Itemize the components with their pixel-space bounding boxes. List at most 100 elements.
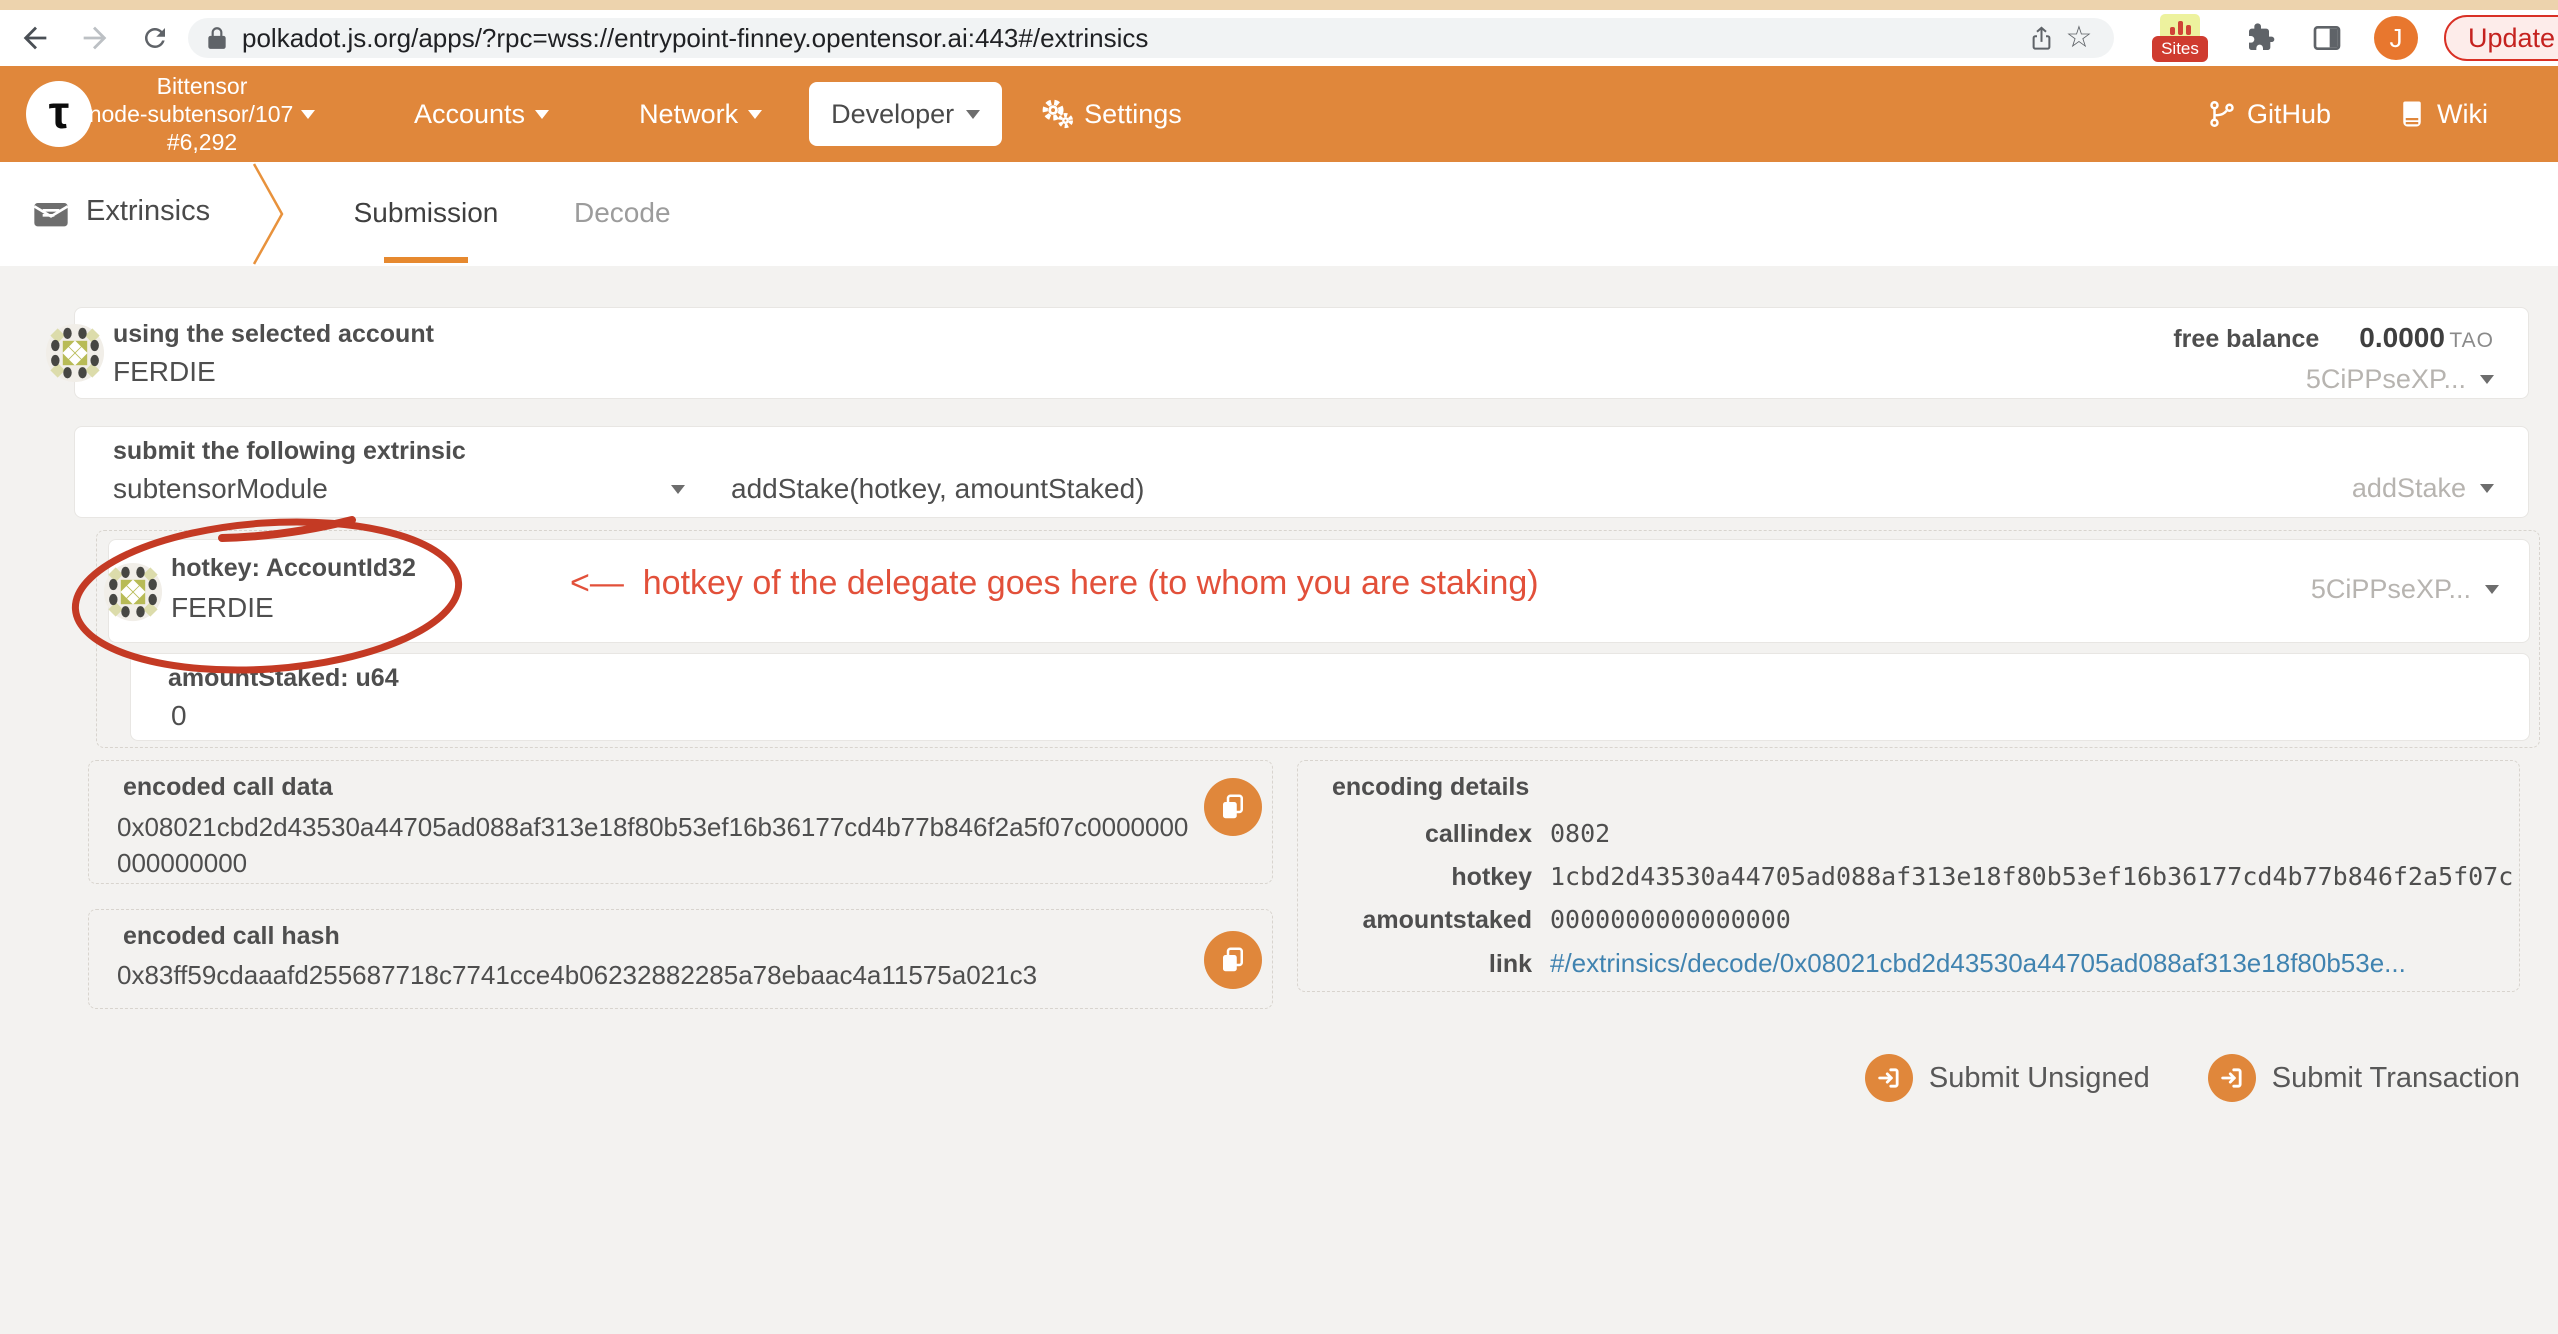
decode-link[interactable]: #/extrinsics/decode/0x08021cbd2d43530a44… bbox=[1550, 948, 2406, 979]
back-icon bbox=[18, 21, 52, 55]
method-selected-short: addStake bbox=[2352, 473, 2466, 504]
submit-transaction-label: Submit Transaction bbox=[2272, 1062, 2520, 1095]
encoded-call-hash-card: encoded call hash 0x83ff59cdaaafd2556877… bbox=[88, 909, 1273, 1009]
amount-param-input[interactable]: 0 bbox=[171, 700, 187, 732]
hotkey-address-dropdown[interactable]: 5CiPPseXP... bbox=[2311, 574, 2499, 605]
account-address-dropdown[interactable]: 5CiPPseXP... bbox=[2173, 364, 2494, 395]
nav-network[interactable]: Network bbox=[639, 99, 762, 130]
update-button[interactable]: Update bbox=[2444, 15, 2558, 61]
nav-settings-label: Settings bbox=[1084, 99, 1182, 130]
free-balance-unit: TAO bbox=[2449, 329, 2494, 352]
extrinsic-card: submit the following extrinsic subtensor… bbox=[74, 426, 2529, 518]
encoded-call-data-label: encoded call data bbox=[123, 773, 333, 802]
encoding-key: callindex bbox=[1312, 820, 1532, 849]
free-balance-value: 0.0000 bbox=[2359, 322, 2445, 353]
chain-selector[interactable]: Bittensor node-subtensor/107 #6,292 bbox=[102, 72, 302, 156]
copy-icon bbox=[1218, 792, 1248, 822]
selected-account-card: using the selected account FERDIE free b… bbox=[74, 307, 2529, 399]
git-branch-icon bbox=[2207, 99, 2237, 129]
chevron-down-icon bbox=[2480, 375, 2494, 384]
sites-extension-label: Sites bbox=[2152, 36, 2208, 62]
nav-developer-label: Developer bbox=[831, 99, 954, 130]
account-name: FERDIE bbox=[113, 356, 216, 388]
submit-unsigned-button[interactable]: Submit Unsigned bbox=[1865, 1054, 2150, 1102]
amount-param-card: amountStaked: u64 0 bbox=[130, 653, 2530, 741]
profile-avatar[interactable]: J bbox=[2374, 16, 2418, 60]
submit-unsigned-label: Submit Unsigned bbox=[1929, 1062, 2150, 1095]
free-balance-label: free balance bbox=[2173, 325, 2319, 354]
submit-transaction-button[interactable]: Submit Transaction bbox=[2208, 1054, 2520, 1102]
chain-name: Bittensor bbox=[102, 72, 302, 100]
hotkey-address-short: 5CiPPseXP... bbox=[2311, 574, 2471, 605]
url-text: polkadot.js.org/apps/?rpc=wss://entrypoi… bbox=[242, 23, 2022, 54]
copy-call-data-button[interactable] bbox=[1204, 778, 1262, 836]
tau-icon: τ bbox=[49, 89, 70, 135]
tab-bar: Extrinsics Submission Decode bbox=[0, 162, 2558, 266]
encoding-row-callindex: callindex 0802 bbox=[1312, 819, 2499, 849]
node-name: node-subtensor/107 bbox=[89, 100, 294, 128]
hotkey-param-label: hotkey: AccountId32 bbox=[171, 554, 416, 583]
sites-extension-button[interactable]: Sites bbox=[2152, 14, 2208, 62]
chevron-down-icon bbox=[535, 110, 549, 119]
sites-extension-icon bbox=[2160, 14, 2200, 38]
sign-in-icon bbox=[2208, 1054, 2256, 1102]
chevron-down-icon bbox=[966, 110, 980, 119]
side-panel-button[interactable] bbox=[2308, 19, 2346, 57]
wiki-label: Wiki bbox=[2437, 99, 2488, 130]
refresh-icon bbox=[140, 23, 170, 53]
bookmark-button[interactable]: ☆ bbox=[2060, 19, 2098, 57]
github-label: GitHub bbox=[2247, 99, 2331, 130]
side-panel-icon bbox=[2311, 22, 2343, 54]
encoding-details-card: encoding details callindex 0802 hotkey 1… bbox=[1297, 760, 2520, 992]
encoding-value: 0802 bbox=[1550, 819, 1610, 848]
encoding-value: 1cbd2d43530a44705ad088af313e18f80b53ef16… bbox=[1550, 862, 2513, 891]
forward-icon bbox=[78, 21, 112, 55]
encoding-key: hotkey bbox=[1312, 863, 1532, 892]
sign-in-icon bbox=[1865, 1054, 1913, 1102]
nav-accounts[interactable]: Accounts bbox=[414, 99, 549, 130]
share-icon bbox=[2028, 25, 2055, 52]
star-icon: ☆ bbox=[2066, 23, 2093, 53]
encoded-call-hash-value: 0x83ff59cdaaafd255687718c7741cce4b062328… bbox=[117, 960, 1037, 991]
share-button[interactable] bbox=[2022, 19, 2060, 57]
submit-actions: Submit Unsigned Submit Transaction bbox=[1865, 1054, 2520, 1102]
tab-divider bbox=[252, 162, 288, 271]
encoding-value: 0000000000000000 bbox=[1550, 905, 1791, 934]
encoded-call-data-card: encoded call data 0x08021cbd2d43530a4470… bbox=[88, 760, 1273, 884]
encoding-row-amountstaked: amountstaked 0000000000000000 bbox=[1312, 905, 2499, 935]
block-number: #6,292 bbox=[102, 128, 302, 156]
github-link[interactable]: GitHub bbox=[2207, 99, 2331, 130]
hotkey-identicon bbox=[103, 562, 163, 627]
bittensor-logo: τ bbox=[26, 81, 92, 147]
browser-toolbar: polkadot.js.org/apps/?rpc=wss://entrypoi… bbox=[0, 10, 2558, 66]
copy-icon bbox=[1218, 945, 1248, 975]
tab-decode[interactable]: Decode bbox=[574, 197, 664, 229]
book-icon bbox=[2397, 99, 2427, 129]
copy-call-hash-button[interactable] bbox=[1204, 931, 1262, 989]
back-button[interactable] bbox=[16, 19, 54, 57]
window-title-strip bbox=[0, 0, 2558, 10]
nav-settings[interactable]: Settings bbox=[1040, 98, 1182, 130]
module-dropdown[interactable]: subtensorModule bbox=[113, 473, 693, 505]
lock-icon bbox=[204, 25, 230, 51]
address-bar[interactable]: polkadot.js.org/apps/?rpc=wss://entrypoi… bbox=[188, 18, 2114, 58]
forward-button[interactable] bbox=[76, 19, 114, 57]
extrinsic-field-label: submit the following extrinsic bbox=[113, 437, 466, 466]
extensions-button[interactable] bbox=[2242, 19, 2280, 57]
encoding-row-hotkey: hotkey 1cbd2d43530a44705ad088af313e18f80… bbox=[1312, 862, 2499, 892]
nav-developer[interactable]: Developer bbox=[809, 82, 1002, 146]
method-dropdown[interactable]: addStake bbox=[2352, 473, 2494, 504]
wiki-link[interactable]: Wiki bbox=[2397, 99, 2488, 130]
hotkey-param-value: FERDIE bbox=[171, 592, 274, 624]
method-signature[interactable]: addStake(hotkey, amountStaked) bbox=[731, 473, 1145, 505]
page-title: Extrinsics bbox=[86, 195, 210, 228]
puzzle-icon bbox=[2245, 22, 2277, 54]
chevron-down-icon bbox=[301, 110, 315, 119]
params-container: hotkey: AccountId32 FERDIE 5CiPPseXP... … bbox=[96, 530, 2540, 748]
account-address-short: 5CiPPseXP... bbox=[2306, 364, 2466, 395]
update-label: Update bbox=[2468, 23, 2555, 54]
refresh-button[interactable] bbox=[136, 19, 174, 57]
chevron-down-icon bbox=[671, 485, 685, 494]
tab-submission[interactable]: Submission bbox=[350, 197, 502, 229]
chevron-down-icon bbox=[2485, 585, 2499, 594]
